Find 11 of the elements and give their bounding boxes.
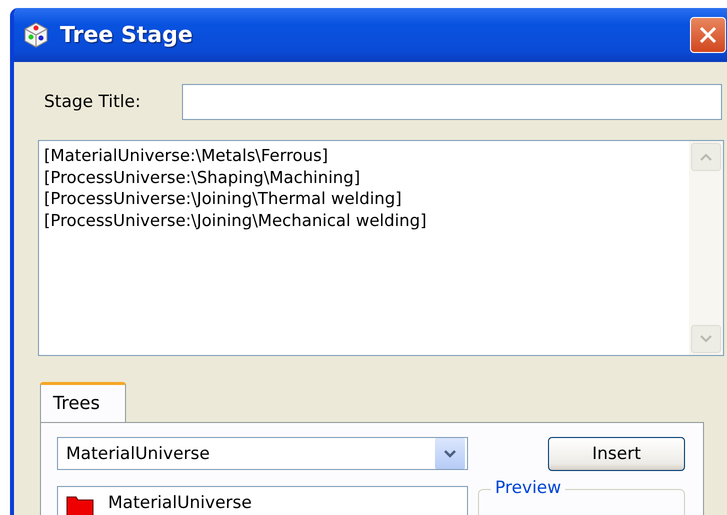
insert-button[interactable]: Insert — [548, 437, 685, 471]
stage-text-area[interactable]: [MaterialUniverse:\Metals\Ferrous] [ProcessUniverse:\Shaping\Machining] [ProcessUniverse:\Joining\Thermal welding] [ProcessUniverse:\Joining\Mechanical welding] — [38, 140, 724, 356]
stage-line: [ProcessUniverse:\Joining\Thermal welding] — [44, 188, 403, 210]
tree-item[interactable]: MaterialUniverse — [108, 493, 252, 513]
stage-line: [ProcessUniverse:\Joining\Mechanical welding] — [44, 210, 428, 231]
tab[interactable]: Trees — [40, 382, 126, 422]
stage-line: [MaterialUniverse:\Metals\Ferrous] — [44, 145, 330, 166]
stage-line: [ProcessUniverse:\Shaping\Machining] — [44, 166, 362, 188]
tree-dropdown[interactable]: MaterialUniverse — [57, 437, 468, 470]
stage-title-label: Stage Title: — [44, 92, 142, 112]
window-title: Tree Stage — [60, 22, 194, 48]
